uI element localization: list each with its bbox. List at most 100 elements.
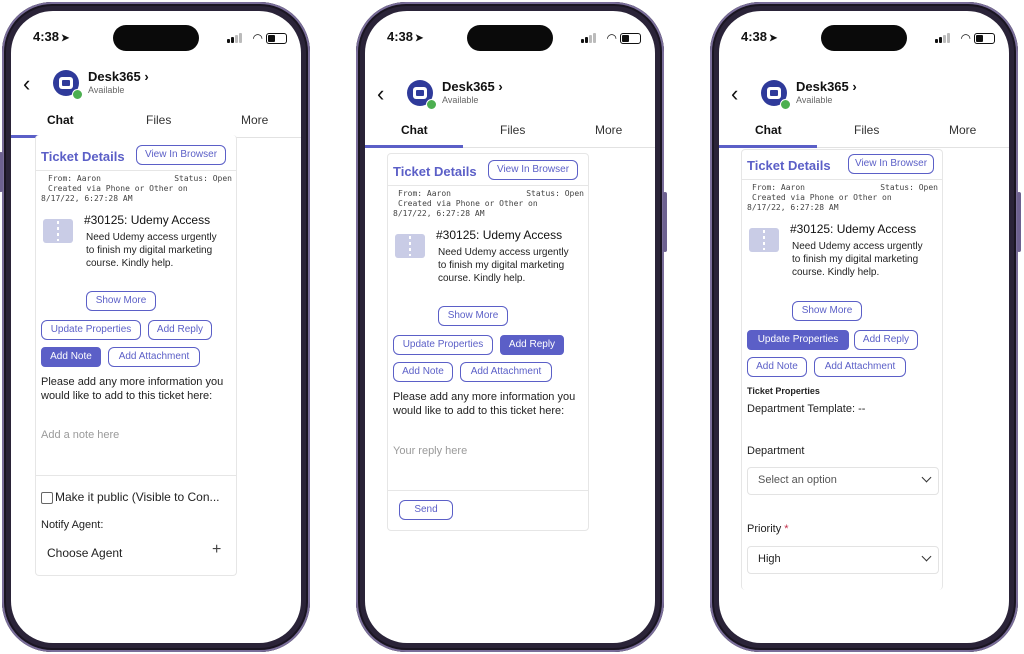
add-note-button[interactable]: Add Note: [747, 357, 807, 377]
ticket-card: Ticket Details View In Browser From: Aar…: [35, 135, 237, 576]
tab-bar: Chat Files More: [365, 119, 655, 148]
note-textarea[interactable]: Add a note here: [41, 429, 119, 441]
ticket-description: Need Udemy access urgently to finish my …: [438, 247, 569, 284]
add-reply-button[interactable]: Add Reply: [148, 320, 212, 340]
app-name[interactable]: Desk365 ›: [796, 79, 857, 94]
status-time: 4:38 ➤: [741, 29, 778, 44]
department-select[interactable]: Select an option: [747, 467, 939, 495]
priority-select[interactable]: High: [747, 546, 939, 574]
tab-more[interactable]: More: [949, 123, 976, 137]
view-in-browser-button[interactable]: View In Browser: [848, 154, 934, 174]
chevron-right-icon: ›: [852, 79, 857, 94]
tab-files[interactable]: Files: [854, 123, 879, 137]
back-icon[interactable]: ‹: [377, 81, 384, 107]
choose-agent-field[interactable]: Choose Agent: [47, 546, 122, 560]
chat-header: ‹ Desk365 › Available: [365, 75, 655, 115]
view-in-browser-button[interactable]: View In Browser: [136, 145, 226, 165]
phone-frame-2: 4:38 ➤ ◠ ‹ Desk365 › Available Chat Files…: [356, 2, 667, 652]
update-properties-button[interactable]: Update Properties: [747, 330, 849, 350]
tab-more[interactable]: More: [595, 123, 622, 137]
ticket-title: #30125: Udemy Access: [436, 228, 563, 242]
side-button: [1017, 192, 1021, 252]
tab-files[interactable]: Files: [500, 123, 525, 137]
notify-agent-label: Notify Agent:: [41, 519, 104, 531]
ticket-description: Need Udemy access urgently to finish my …: [792, 241, 923, 278]
update-properties-button[interactable]: Update Properties: [41, 320, 141, 340]
add-agent-icon[interactable]: +: [212, 541, 221, 559]
ticket-from: From: Aaron: [398, 189, 451, 198]
add-reply-button[interactable]: Add Reply: [500, 335, 564, 355]
side-button: [0, 152, 3, 192]
ticket-status: Status: Open: [526, 189, 584, 198]
add-attachment-button[interactable]: Add Attachment: [108, 347, 200, 367]
ticket-icon: [749, 228, 779, 252]
info-prompt: Please add any more information you woul…: [393, 391, 576, 417]
screen-3: 4:38 ➤ ◠ ‹ Desk365 › Available Chat Files…: [719, 11, 1009, 643]
presence-dot-icon: [72, 89, 83, 100]
location-arrow-icon: ➤: [415, 33, 424, 44]
tab-chat[interactable]: Chat: [755, 123, 782, 137]
ticket-title: #30125: Udemy Access: [790, 222, 917, 236]
send-button[interactable]: Send: [399, 500, 453, 520]
add-attachment-button[interactable]: Add Attachment: [460, 362, 552, 382]
ticket-icon: [395, 234, 425, 258]
department-template: Department Template: --: [747, 403, 866, 415]
location-arrow-icon: ➤: [769, 33, 778, 44]
required-marker: *: [784, 523, 789, 535]
tab-files[interactable]: Files: [146, 113, 171, 127]
show-more-button[interactable]: Show More: [438, 306, 508, 326]
location-arrow-icon: ➤: [61, 33, 70, 44]
ticket-date: 8/17/22, 6:27:28 AM: [747, 203, 839, 212]
ticket-date: 8/17/22, 6:27:28 AM: [393, 209, 485, 218]
ticket-details-title: Ticket Details: [41, 149, 125, 164]
make-public-checkbox[interactable]: [41, 492, 53, 504]
status-time: 4:38 ➤: [387, 29, 424, 44]
battery-icon: [266, 33, 287, 44]
signal-icon: [935, 33, 951, 43]
ticket-from: From: Aaron: [752, 183, 805, 192]
ticket-card: Ticket Details View In Browser From: Aar…: [387, 153, 589, 531]
phone-frame-3: 4:38 ➤ ◠ ‹ Desk365 › Available Chat Files…: [710, 2, 1021, 652]
ticket-card: Ticket Details View In Browser From: Aar…: [741, 149, 943, 590]
add-attachment-button[interactable]: Add Attachment: [814, 357, 906, 377]
status-bar: 4:38 ➤ ◠: [11, 27, 301, 51]
side-button: [663, 192, 667, 252]
ticket-details-title: Ticket Details: [393, 164, 477, 179]
department-label: Department: [747, 445, 805, 457]
presence-dot-icon: [426, 99, 437, 110]
ticket-created: Created via Phone or Other on: [398, 199, 538, 208]
wifi-icon: ◠: [252, 31, 263, 45]
divider: [388, 490, 588, 491]
ticket-from: From: Aaron: [48, 174, 101, 183]
presence-status: Available: [796, 95, 833, 105]
chat-header: ‹ Desk365 › Available: [11, 65, 301, 105]
reply-textarea[interactable]: Your reply here: [393, 445, 467, 457]
view-in-browser-button[interactable]: View In Browser: [488, 160, 578, 180]
chevron-down-icon: [921, 551, 932, 562]
tab-more[interactable]: More: [241, 113, 268, 127]
department-select-value: Select an option: [758, 474, 837, 486]
ticket-date: 8/17/22, 6:27:28 AM: [41, 194, 133, 203]
ticket-created: Created via Phone or Other on: [48, 184, 188, 193]
active-tab-indicator: [365, 145, 463, 148]
back-icon[interactable]: ‹: [23, 71, 30, 97]
priority-label: Priority *: [747, 523, 789, 535]
add-reply-button[interactable]: Add Reply: [854, 330, 918, 350]
app-name[interactable]: Desk365 ›: [442, 79, 503, 94]
add-note-button[interactable]: Add Note: [393, 362, 453, 382]
phone-frame-1: 4:38 ➤ ◠ ‹ Desk365 › Available Chat Files…: [0, 2, 310, 652]
priority-select-value: High: [758, 553, 781, 565]
back-icon[interactable]: ‹: [731, 81, 738, 107]
ticket-created: Created via Phone or Other on: [752, 193, 892, 202]
active-tab-indicator: [719, 145, 817, 148]
tab-chat[interactable]: Chat: [47, 113, 74, 127]
app-name[interactable]: Desk365 ›: [88, 69, 149, 84]
add-note-button[interactable]: Add Note: [41, 347, 101, 367]
update-properties-button[interactable]: Update Properties: [393, 335, 493, 355]
show-more-button[interactable]: Show More: [86, 291, 156, 311]
tab-chat[interactable]: Chat: [401, 123, 428, 137]
show-more-button[interactable]: Show More: [792, 301, 862, 321]
divider: [36, 170, 236, 171]
presence-status: Available: [88, 85, 125, 95]
info-prompt: Please add any more information you woul…: [41, 376, 224, 402]
